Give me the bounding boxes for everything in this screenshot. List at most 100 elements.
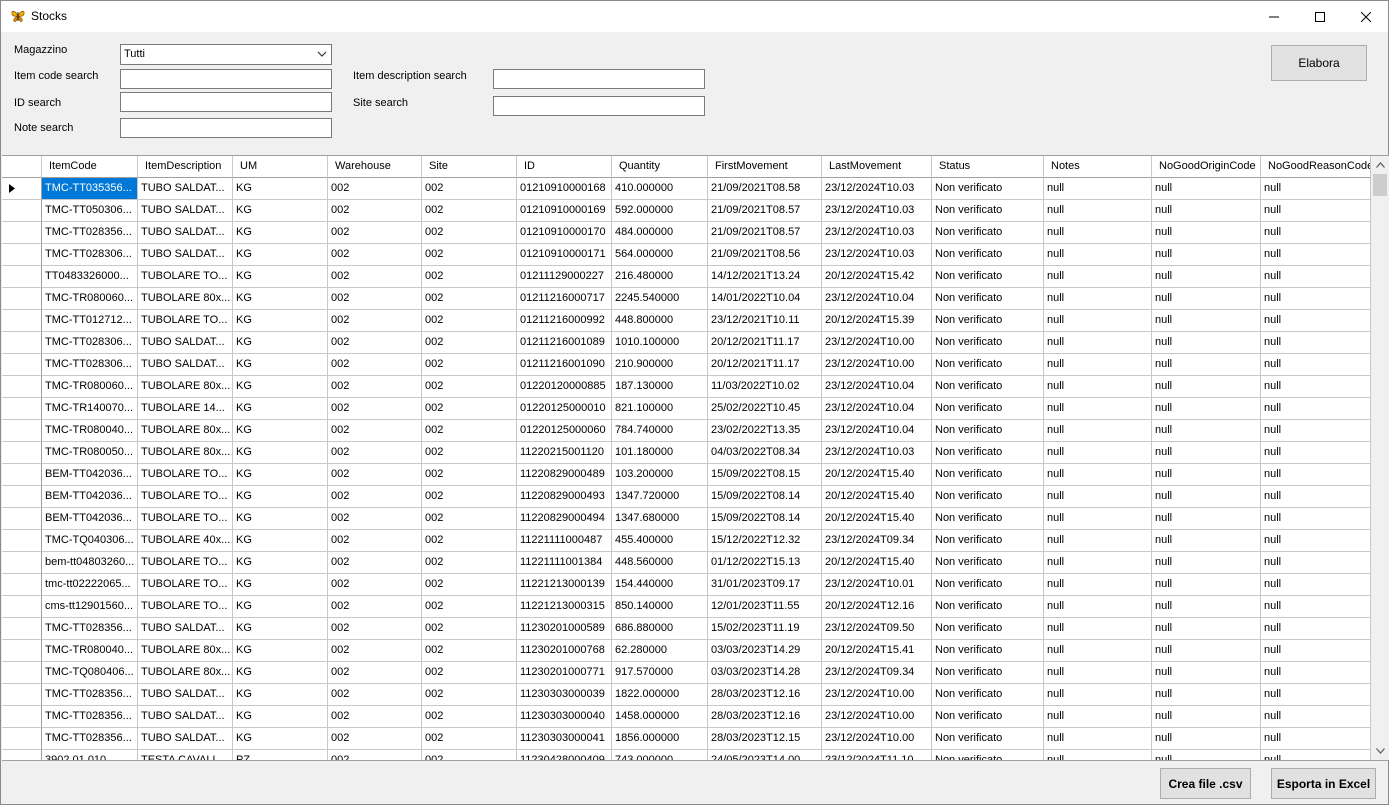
cell-id[interactable]: 11221213000139 xyxy=(517,574,612,596)
cell-id[interactable]: 01210910000168 xyxy=(517,178,612,200)
cell-notes[interactable]: null xyxy=(1044,420,1152,442)
cell-um[interactable]: KG xyxy=(233,728,328,750)
cell-notes[interactable]: null xyxy=(1044,530,1152,552)
cell-site[interactable]: 002 xyxy=(422,244,517,266)
cell-firstmovement[interactable]: 21/09/2021T08.58 xyxy=(708,178,822,200)
item-code-search-input[interactable] xyxy=(120,69,332,89)
cell-lastmovement[interactable]: 20/12/2024T12.16 xyxy=(822,596,932,618)
cell-itemdescription[interactable]: TUBO SALDAT... xyxy=(138,354,233,376)
cell-notes[interactable]: null xyxy=(1044,266,1152,288)
cell-nogoodreasoncode[interactable]: null xyxy=(1261,354,1371,376)
cell-itemcode[interactable]: tmc-tt02222065... xyxy=(42,574,138,596)
cell-site[interactable]: 002 xyxy=(422,684,517,706)
cell-itemdescription[interactable]: TUBO SALDAT... xyxy=(138,178,233,200)
cell-nogoodreasoncode[interactable]: null xyxy=(1261,574,1371,596)
cell-firstmovement[interactable]: 12/01/2023T11.55 xyxy=(708,596,822,618)
cell-firstmovement[interactable]: 23/12/2021T10.11 xyxy=(708,310,822,332)
item-description-search-input[interactable] xyxy=(493,69,705,89)
cell-lastmovement[interactable]: 20/12/2024T15.42 xyxy=(822,266,932,288)
cell-um[interactable]: KG xyxy=(233,200,328,222)
cell-firstmovement[interactable]: 03/03/2023T14.28 xyxy=(708,662,822,684)
cell-site[interactable]: 002 xyxy=(422,398,517,420)
cell-itemcode[interactable]: TMC-TT028356... xyxy=(42,684,138,706)
cell-lastmovement[interactable]: 23/12/2024T10.04 xyxy=(822,398,932,420)
cell-itemcode[interactable]: TMC-TR140070... xyxy=(42,398,138,420)
cell-nogoodreasoncode[interactable]: null xyxy=(1261,486,1371,508)
cell-itemdescription[interactable]: TUBO SALDAT... xyxy=(138,222,233,244)
scroll-thumb[interactable] xyxy=(1373,174,1387,196)
cell-notes[interactable]: null xyxy=(1044,662,1152,684)
cell-lastmovement[interactable]: 20/12/2024T15.40 xyxy=(822,552,932,574)
cell-firstmovement[interactable]: 28/03/2023T12.16 xyxy=(708,684,822,706)
cell-warehouse[interactable]: 002 xyxy=(328,728,422,750)
cell-quantity[interactable]: 410.000000 xyxy=(612,178,708,200)
cell-itemcode[interactable]: TMC-TT028356... xyxy=(42,618,138,640)
cell-um[interactable]: KG xyxy=(233,508,328,530)
cell-notes[interactable]: null xyxy=(1044,750,1152,760)
cell-id[interactable]: 11220829000494 xyxy=(517,508,612,530)
maximize-button[interactable] xyxy=(1297,1,1343,32)
cell-firstmovement[interactable]: 14/12/2021T13.24 xyxy=(708,266,822,288)
cell-warehouse[interactable]: 002 xyxy=(328,442,422,464)
column-header-nogoodreasoncode[interactable]: NoGoodReasonCode xyxy=(1261,156,1371,178)
cell-nogoodorigincode[interactable]: null xyxy=(1152,574,1261,596)
cell-id[interactable]: 11230201000768 xyxy=(517,640,612,662)
cell-notes[interactable]: null xyxy=(1044,178,1152,200)
site-search-input[interactable] xyxy=(493,96,705,116)
export-excel-button[interactable]: Esporta in Excel xyxy=(1271,768,1376,799)
cell-firstmovement[interactable]: 31/01/2023T09.17 xyxy=(708,574,822,596)
cell-lastmovement[interactable]: 23/12/2024T10.00 xyxy=(822,354,932,376)
cell-notes[interactable]: null xyxy=(1044,376,1152,398)
cell-um[interactable]: KG xyxy=(233,662,328,684)
cell-lastmovement[interactable]: 23/12/2024T10.01 xyxy=(822,574,932,596)
cell-status[interactable]: Non verificato xyxy=(932,266,1044,288)
cell-quantity[interactable]: 686.880000 xyxy=(612,618,708,640)
cell-itemcode[interactable]: TMC-TR080060... xyxy=(42,376,138,398)
cell-warehouse[interactable]: 002 xyxy=(328,288,422,310)
cell-id[interactable]: 01211216000992 xyxy=(517,310,612,332)
cell-site[interactable]: 002 xyxy=(422,574,517,596)
cell-site[interactable]: 002 xyxy=(422,640,517,662)
column-header-nogoodorigincode[interactable]: NoGoodOriginCode xyxy=(1152,156,1261,178)
cell-quantity[interactable]: 187.130000 xyxy=(612,376,708,398)
cell-lastmovement[interactable]: 23/12/2024T10.00 xyxy=(822,332,932,354)
cell-id[interactable]: 01211216000717 xyxy=(517,288,612,310)
cell-itemdescription[interactable]: TUBOLARE TO... xyxy=(138,310,233,332)
cell-quantity[interactable]: 1010.100000 xyxy=(612,332,708,354)
cell-quantity[interactable]: 917.570000 xyxy=(612,662,708,684)
cell-itemcode[interactable]: TMC-TT028306... xyxy=(42,244,138,266)
cell-firstmovement[interactable]: 24/05/2023T14.00 xyxy=(708,750,822,760)
row-header[interactable] xyxy=(2,332,42,354)
cell-itemdescription[interactable]: TUBOLARE TO... xyxy=(138,596,233,618)
cell-um[interactable]: KG xyxy=(233,618,328,640)
cell-warehouse[interactable]: 002 xyxy=(328,332,422,354)
cell-quantity[interactable]: 101.180000 xyxy=(612,442,708,464)
cell-warehouse[interactable]: 002 xyxy=(328,310,422,332)
cell-warehouse[interactable]: 002 xyxy=(328,376,422,398)
cell-warehouse[interactable]: 002 xyxy=(328,574,422,596)
cell-um[interactable]: KG xyxy=(233,178,328,200)
cell-nogoodorigincode[interactable]: null xyxy=(1152,530,1261,552)
cell-id[interactable]: 11230428000409 xyxy=(517,750,612,760)
cell-itemdescription[interactable]: TUBOLARE 14... xyxy=(138,398,233,420)
row-header[interactable] xyxy=(2,310,42,332)
cell-quantity[interactable]: 62.280000 xyxy=(612,640,708,662)
cell-status[interactable]: Non verificato xyxy=(932,310,1044,332)
cell-lastmovement[interactable]: 23/12/2024T10.03 xyxy=(822,222,932,244)
cell-id[interactable]: 01220125000010 xyxy=(517,398,612,420)
scroll-up-button[interactable] xyxy=(1371,156,1389,174)
cell-quantity[interactable]: 2245.540000 xyxy=(612,288,708,310)
scroll-down-button[interactable] xyxy=(1371,742,1389,760)
cell-quantity[interactable]: 784.740000 xyxy=(612,420,708,442)
cell-status[interactable]: Non verificato xyxy=(932,574,1044,596)
cell-quantity[interactable]: 850.140000 xyxy=(612,596,708,618)
cell-warehouse[interactable]: 002 xyxy=(328,750,422,760)
cell-notes[interactable]: null xyxy=(1044,332,1152,354)
cell-site[interactable]: 002 xyxy=(422,354,517,376)
cell-quantity[interactable]: 154.440000 xyxy=(612,574,708,596)
row-header[interactable] xyxy=(2,618,42,640)
cell-nogoodreasoncode[interactable]: null xyxy=(1261,376,1371,398)
cell-firstmovement[interactable]: 28/03/2023T12.15 xyxy=(708,728,822,750)
cell-site[interactable]: 002 xyxy=(422,266,517,288)
cell-itemdescription[interactable]: TUBOLARE TO... xyxy=(138,574,233,596)
